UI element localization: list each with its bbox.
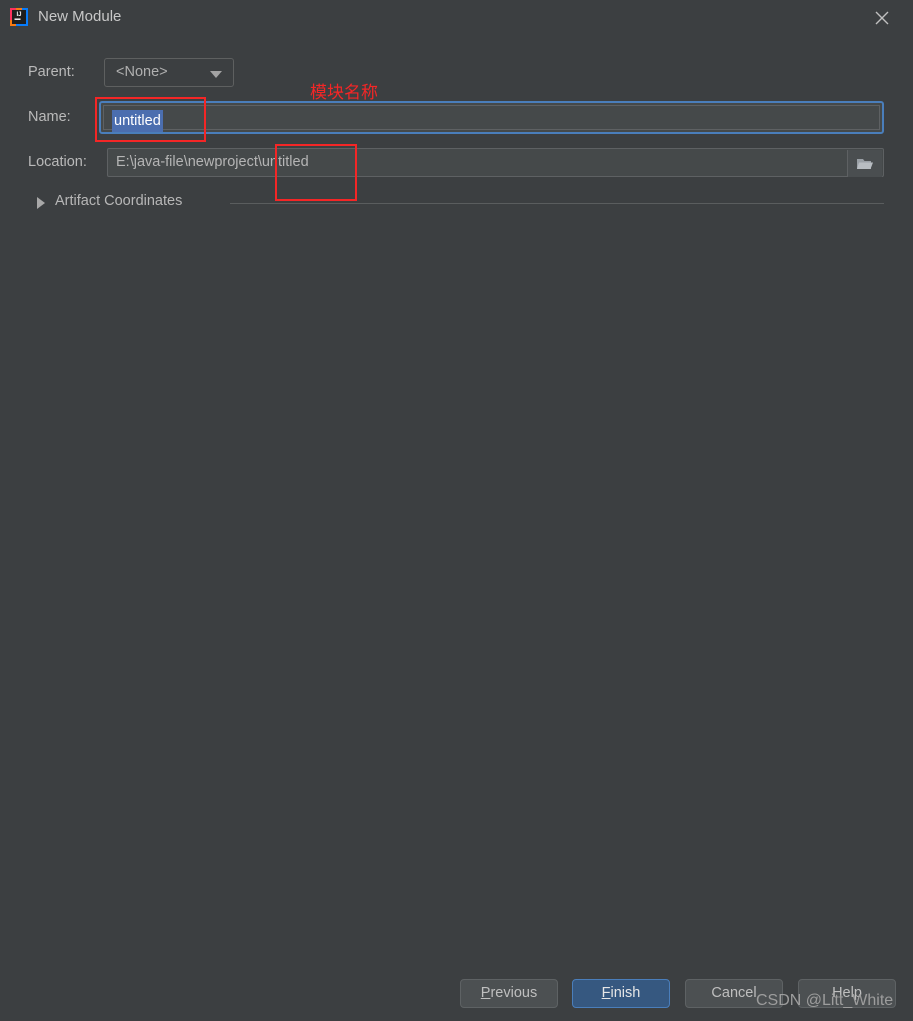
location-input[interactable]: E:\java-file\newproject\untitled xyxy=(107,148,884,177)
finish-button-label: inish xyxy=(610,985,641,1001)
folder-icon xyxy=(857,159,873,169)
name-input-value: untitled xyxy=(112,110,163,132)
finish-button-mnemonic: F xyxy=(601,985,611,1001)
previous-button-mnemonic: P xyxy=(480,985,491,1001)
location-browse-button[interactable] xyxy=(847,150,882,177)
help-button[interactable]: Help xyxy=(798,979,896,1008)
window-title: New Module xyxy=(38,8,122,25)
chevron-right-icon xyxy=(37,197,45,209)
chevron-down-icon xyxy=(210,71,222,78)
finish-button[interactable]: Finish xyxy=(572,979,670,1008)
location-label: Location: xyxy=(28,154,87,170)
parent-dropdown[interactable]: <None> xyxy=(104,58,234,87)
artifact-coordinates-section[interactable]: Artifact Coordinates xyxy=(34,192,884,214)
previous-button[interactable]: Previous xyxy=(460,979,558,1008)
name-input-inner: untitled xyxy=(103,105,880,132)
location-input-value: E:\java-file\newproject\untitled xyxy=(116,154,309,170)
name-label: Name: xyxy=(28,109,71,125)
svg-text:IJ: IJ xyxy=(16,12,21,18)
previous-button-label: revious xyxy=(490,985,538,1001)
close-icon[interactable] xyxy=(859,2,905,32)
intellij-idea-icon: IJ xyxy=(9,7,29,27)
title-bar: IJ New Module xyxy=(0,0,913,34)
parent-dropdown-value: <None> xyxy=(116,64,168,80)
cancel-button[interactable]: Cancel xyxy=(685,979,783,1008)
annotation-label-module-name: 模块名称 xyxy=(310,83,378,103)
section-divider xyxy=(230,203,884,204)
artifact-coordinates-label: Artifact Coordinates xyxy=(55,193,183,209)
parent-label: Parent: xyxy=(28,64,75,80)
name-input[interactable]: untitled xyxy=(99,101,884,134)
